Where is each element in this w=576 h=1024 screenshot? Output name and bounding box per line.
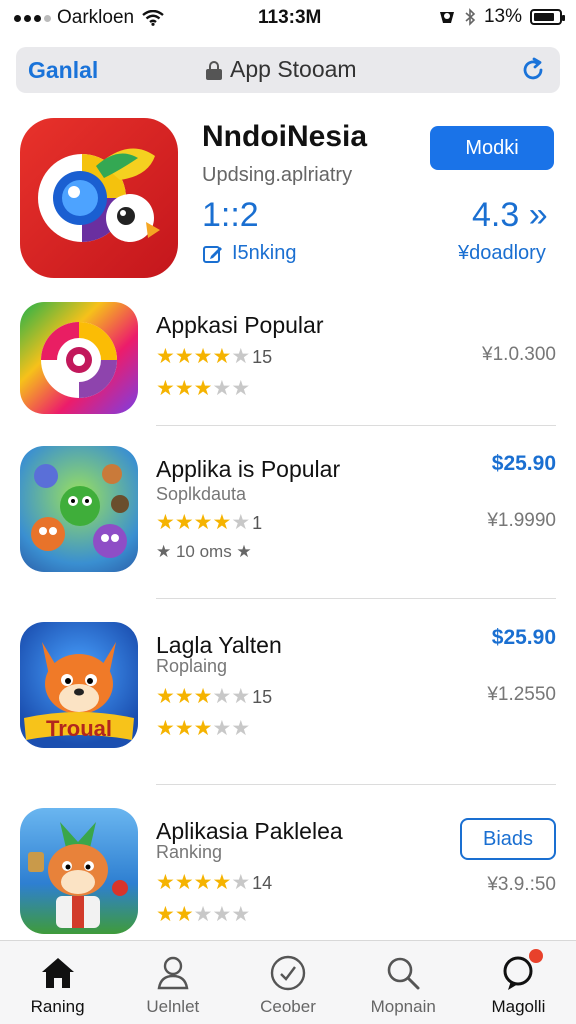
list-item[interactable]: Appkasi Popular ★ ★ ★ ★ ★ 15 ★ ★ ★ ★ ★ ¥1.0.300: [20, 302, 560, 422]
app-subtitle: Soplkdauta: [156, 484, 247, 504]
tab-label: Magolli: [491, 997, 546, 1016]
rating-count: 1: [252, 512, 263, 533]
app-price-highlight: $25.90: [491, 626, 556, 649]
list-item[interactable]: Aplikasia Paklelea Biads Ranking ★ ★ ★ ★ ★ 1…: [20, 808, 560, 936]
featured-app-title: NndoiNesia: [202, 120, 368, 153]
tab-label: Ceober: [260, 997, 316, 1016]
app-price: ¥3.9.:50: [487, 874, 556, 895]
tab-label: Uelnlet: [146, 997, 200, 1016]
app-title: Applika is Popular: [156, 456, 341, 482]
divider: [156, 784, 556, 785]
list-item[interactable]: Applika is Popular $25.90 Soplkdauta ★ ★ ★…: [20, 446, 560, 578]
featured-category-link[interactable]: ¥doadlory: [458, 242, 546, 265]
rating-stars-secondary: ★ ★ ★ ★ ★: [156, 377, 251, 400]
search-icon: [387, 957, 420, 990]
signal-icon: [14, 14, 51, 22]
rating-count: 15: [252, 346, 273, 367]
lock-icon: [206, 60, 222, 80]
app-price: ¥1.9990: [487, 510, 556, 531]
tab-label: Raning: [30, 997, 85, 1016]
wifi-icon: [142, 10, 164, 26]
carrier-name: Oarkloen: [57, 7, 135, 28]
tab-ceober[interactable]: Ceober: [230, 941, 345, 1024]
status-time: 113:3M: [258, 7, 322, 28]
rating-stars-secondary: ★ ★ ★ ★ ★: [156, 717, 251, 740]
app-meta: ★ 10 oms ★: [156, 542, 252, 561]
tab-bar: Raning Uelnlet Ceober Mopnain Magolli: [0, 940, 576, 1024]
open-button[interactable]: Modki: [430, 126, 554, 170]
app-title: Lagla Yalten: [156, 632, 282, 658]
featured-rating: 4.3 »: [472, 196, 548, 234]
app-subtitle: Roplaing: [156, 656, 228, 676]
svg-text:Troual: Troual: [46, 716, 112, 741]
app-price-highlight: $25.90: [491, 452, 556, 475]
tab-raning[interactable]: Raning: [0, 941, 115, 1024]
app-price: ¥1.0.300: [482, 344, 556, 365]
featured-app-icon: [20, 118, 178, 278]
featured-rank[interactable]: I5nking: [202, 242, 297, 265]
status-bar: Oarkloen 113:3M 13%: [0, 0, 576, 36]
clock-icon: [270, 955, 306, 991]
app-price: ¥1.2550: [487, 684, 556, 705]
rating-stars: ★ ★ ★ ★ ★ 1: [156, 511, 263, 534]
tab-uelnlet[interactable]: Uelnlet: [115, 941, 230, 1024]
app-subtitle: Ranking: [156, 842, 223, 862]
address-field[interactable]: App Stooam: [206, 56, 357, 83]
alarm-icon: [439, 12, 454, 23]
back-button[interactable]: Ganlal: [28, 57, 98, 84]
person-icon: [157, 956, 189, 990]
rating-count: 14: [252, 872, 273, 893]
featured-app-subtitle: Updsing.aplriatry: [202, 164, 353, 186]
featured-rank-label: I5nking: [232, 242, 297, 264]
app-title: Aplikasia Paklelea: [156, 818, 343, 844]
rating-count: 15: [252, 686, 273, 707]
edit-icon: [203, 245, 222, 263]
get-button[interactable]: Biads: [460, 818, 556, 860]
tab-mopnain[interactable]: Mopnain: [346, 941, 461, 1024]
notification-badge: [528, 949, 543, 963]
home-icon: [41, 958, 74, 988]
rating-stars: ★ ★ ★ ★ ★ 15: [156, 345, 273, 368]
address-bar[interactable]: Ganlal App Stooam: [16, 47, 560, 93]
list-item[interactable]: Troual Lagla Yalten $25.90 Roplaing ★ ★ ★ ★…: [20, 622, 560, 754]
battery-percent: 13%: [483, 6, 522, 27]
rating-stars-secondary: ★ ★ ★ ★ ★: [156, 903, 251, 926]
rating-stars: ★ ★ ★ ★ ★ 14: [156, 871, 273, 894]
featured-app-number: 1::2: [202, 196, 259, 234]
app-icon: [20, 808, 138, 934]
featured-app[interactable]: NndoiNesia Updsing.aplriatry 1::2 I5nkin…: [20, 118, 560, 282]
divider: [156, 425, 556, 426]
app-icon: [20, 446, 138, 572]
app-icon: Troual: [20, 622, 138, 748]
tab-label: Mopnain: [370, 997, 436, 1016]
bluetooth-icon: [465, 8, 476, 26]
app-icon: [20, 302, 138, 414]
reload-icon[interactable]: [520, 57, 546, 83]
battery-icon: [530, 9, 565, 25]
address-text: App Stooam: [230, 56, 357, 82]
rating-stars: ★ ★ ★ ★ ★ 15: [156, 685, 273, 708]
divider: [156, 598, 556, 599]
tab-magolli[interactable]: Magolli: [461, 941, 576, 1024]
app-title: Appkasi Popular: [156, 312, 324, 338]
